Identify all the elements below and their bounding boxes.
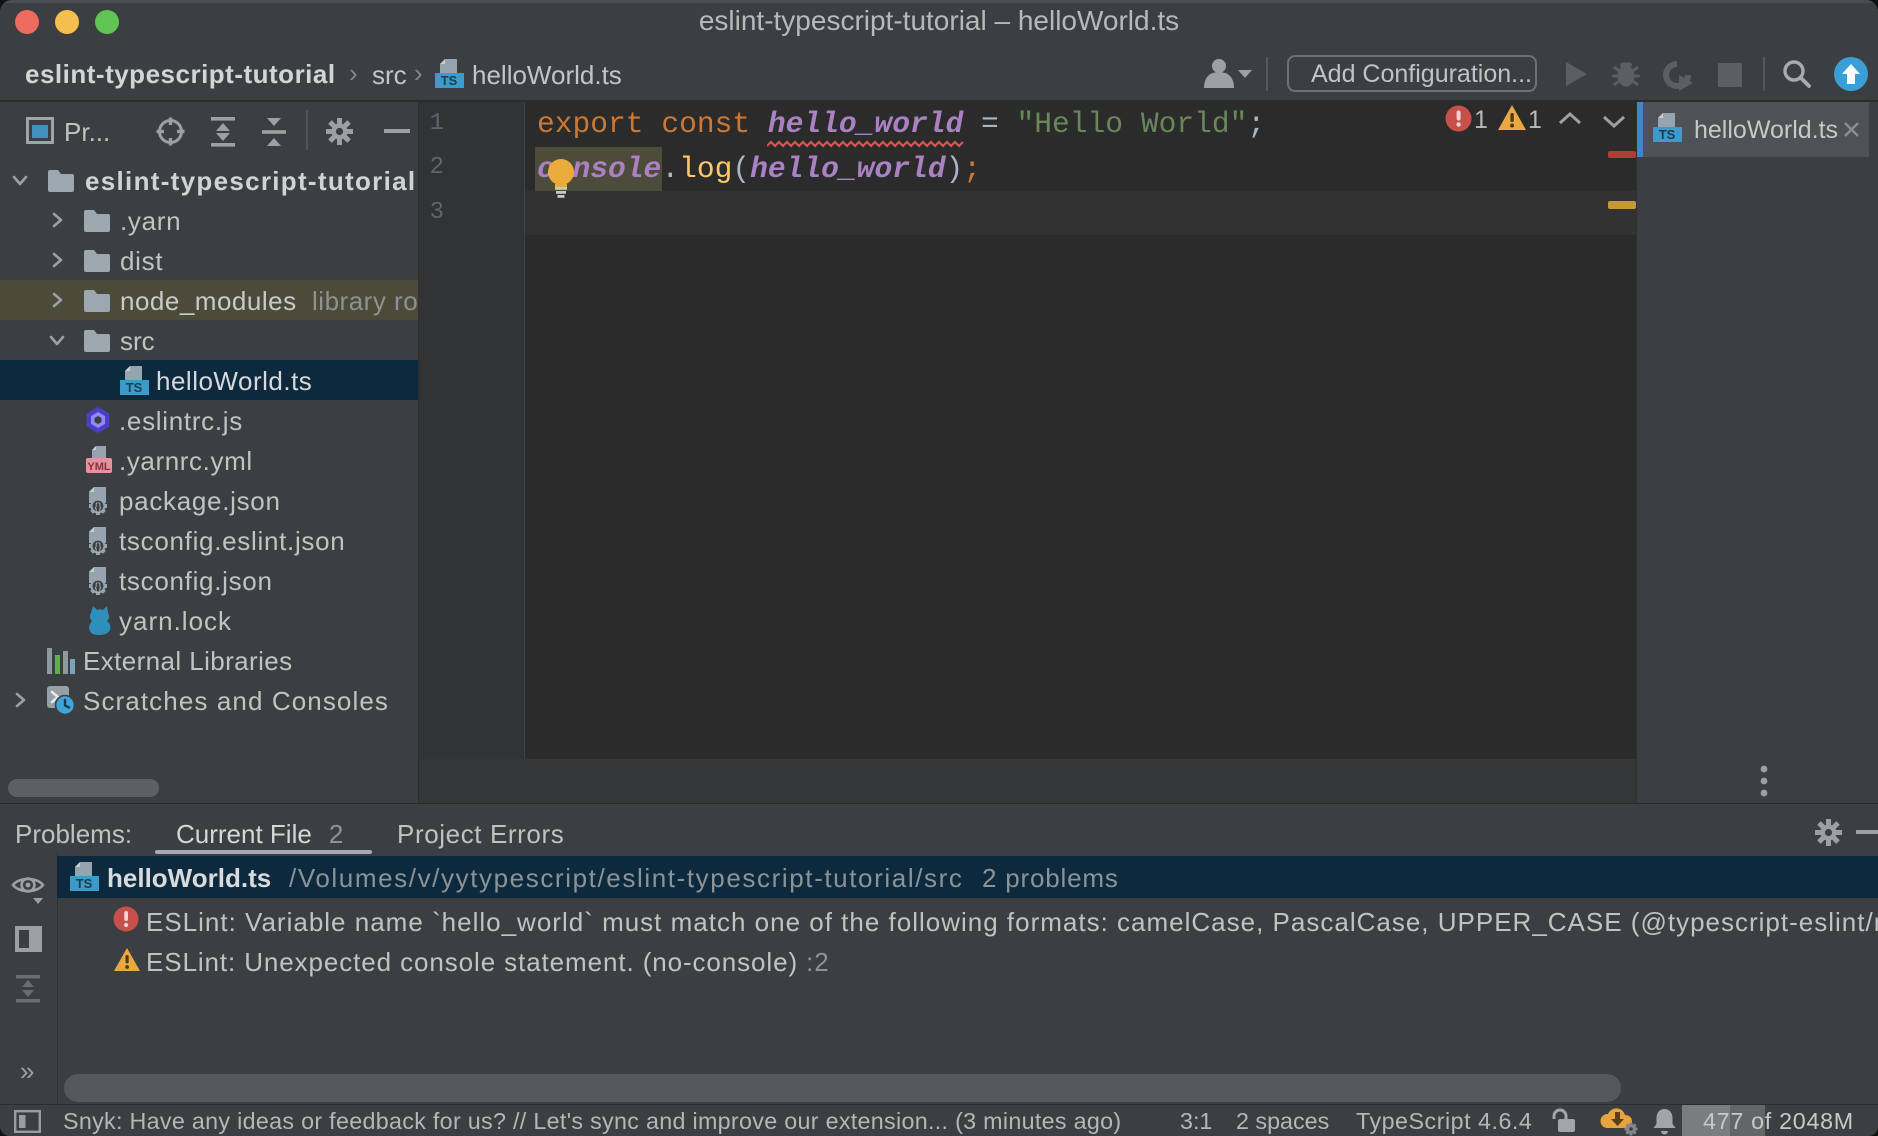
svg-text:TS: TS bbox=[441, 73, 458, 88]
svg-text:YML: YML bbox=[87, 461, 111, 473]
svg-text:{}: {} bbox=[94, 581, 102, 593]
svg-text:{}: {} bbox=[94, 541, 102, 553]
svg-text:{}: {} bbox=[94, 501, 102, 513]
svg-text:TS: TS bbox=[76, 876, 93, 891]
svg-text:TS: TS bbox=[126, 380, 143, 395]
svg-text:TS: TS bbox=[1659, 127, 1676, 142]
